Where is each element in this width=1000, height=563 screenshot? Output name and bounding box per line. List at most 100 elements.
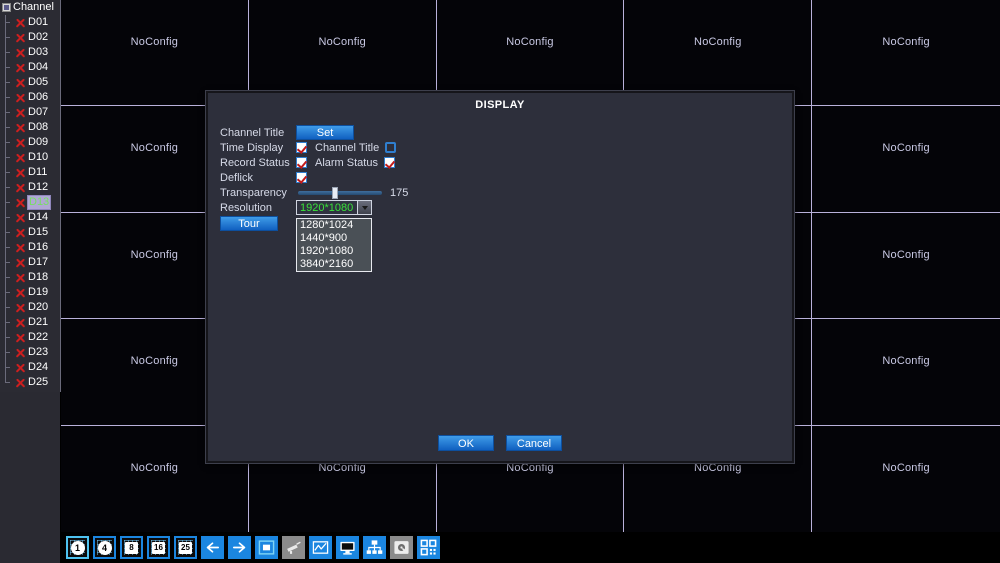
transparency-slider[interactable] [298,186,382,199]
video-cell[interactable]: NoConfig [812,319,1000,426]
layout-16-button[interactable]: 16 [147,536,170,559]
channel-tree-item-d03[interactable]: D03 [0,45,60,60]
red-x-icon [14,77,26,89]
channel-list: D01 D02 D03 D04 D05 D06 D07 D08 D09 D10 D11 D12 D13 D… [0,15,60,390]
channel-tree-item-d06[interactable]: D06 [0,90,60,105]
channel-tree-item-d17[interactable]: D17 [0,255,60,270]
video-cell-status-label: NoConfig [506,36,554,48]
chevron-down-icon[interactable] [357,201,371,214]
video-cell[interactable]: NoConfig [812,425,1000,532]
channel-tree-item-d07[interactable]: D07 [0,105,60,120]
resolution-combobox[interactable]: 1920*1080 [296,200,372,215]
cancel-button[interactable]: Cancel [506,435,562,451]
red-x-icon [14,302,26,314]
layout-25-icon: 25 [176,538,195,557]
time-display-checkbox[interactable] [296,142,307,153]
layout-count-label: 25 [179,541,192,554]
hard-disk-button[interactable] [390,536,413,559]
channel-tree-item-label: D08 [28,121,49,133]
channel-tree-item-label: D07 [28,106,49,118]
layout-8-button[interactable]: 8 [120,536,143,559]
layout-1-button[interactable]: 1 [66,536,89,559]
set-button[interactable]: Set [296,125,354,140]
channel-tree-item-d22[interactable]: D22 [0,330,60,345]
channel-title-label: Channel Title [220,126,285,139]
bottom-toolbar: 1 4 8 16 25 [61,532,1000,563]
red-x-icon [14,182,26,194]
resolution-option[interactable]: 1920*1080 [297,245,371,258]
channel-tree-item-d24[interactable]: D24 [0,360,60,375]
resolution-dropdown-list[interactable]: 1280*1024 1440*900 1920*1080 3840*2160 [296,218,372,272]
video-cell-status-label: NoConfig [130,36,179,48]
channel-tree-item-d14[interactable]: D14 [0,210,60,225]
transparency-value: 175 [390,186,409,199]
channel-tree-item-d25[interactable]: D25 [0,375,60,390]
layout-25-button[interactable]: 25 [174,536,197,559]
channel-tree-item-d09[interactable]: D09 [0,135,60,150]
channel-title-overlay-checkbox[interactable] [385,142,397,153]
tour-button[interactable]: Tour [220,216,278,231]
video-cell[interactable]: NoConfig [812,0,1000,107]
channel-tree-item-label: D19 [28,286,49,298]
red-x-icon [14,377,26,389]
transparency-slider-handle[interactable] [332,186,339,199]
channel-tree-item-d12[interactable]: D12 [0,180,60,195]
video-cell[interactable]: NoConfig [812,212,1000,320]
network-button[interactable] [363,536,386,559]
previous-button[interactable] [201,536,224,559]
channel-tree-item-d15[interactable]: D15 [0,225,60,240]
channel-tree-item-d02[interactable]: D02 [0,30,60,45]
tree-branch-icon [5,225,14,240]
channel-tree-item-d21[interactable]: D21 [0,315,60,330]
chart-button[interactable] [309,536,332,559]
layout-4-button[interactable]: 4 [93,536,116,559]
chart-icon [312,539,329,556]
picture-in-picture-icon [258,539,275,556]
video-cell[interactable]: NoConfig [812,106,1000,213]
channel-tree-item-d16[interactable]: D16 [0,240,60,255]
resolution-option[interactable]: 3840*2160 [297,258,371,271]
channel-tree-root[interactable]: Channel [0,0,60,15]
channel-tree-item-d01[interactable]: D01 [0,15,60,30]
red-x-icon [14,62,26,74]
alarm-status-checkbox[interactable] [383,157,395,168]
pip-button[interactable] [255,536,278,559]
ok-button[interactable]: OK [438,435,494,451]
channel-tree-item-d11[interactable]: D11 [0,165,60,180]
channel-tree-item-d20[interactable]: D20 [0,300,60,315]
tree-branch-icon [5,285,14,300]
tree-branch-icon [5,45,14,60]
resolution-label: Resolution [220,201,272,214]
monitor-button[interactable] [336,536,359,559]
resolution-option[interactable]: 1440*900 [297,232,371,245]
channel-tree-item-d13[interactable]: D13 [0,195,60,210]
channel-tree-item-label: D04 [28,61,49,73]
channel-tree-item-d08[interactable]: D08 [0,120,60,135]
channel-tree-item-d10[interactable]: D10 [0,150,60,165]
deflick-checkbox[interactable] [296,172,307,183]
tree-branch-icon [5,195,14,210]
resolution-option[interactable]: 1280*1024 [297,219,371,232]
channel-tree-item-d18[interactable]: D18 [0,270,60,285]
channel-tree-item-d04[interactable]: D04 [0,60,60,75]
camera-button[interactable] [282,536,305,559]
channel-tree-item-d05[interactable]: D05 [0,75,60,90]
channel-tree-item-label: D06 [28,91,49,103]
next-button[interactable] [228,536,251,559]
record-status-checkbox[interactable] [296,157,307,168]
tree-branch-icon [5,345,14,360]
channel-tree-item-d23[interactable]: D23 [0,345,60,360]
red-x-icon [14,227,26,239]
channel-tree-item-d19[interactable]: D19 [0,285,60,300]
record-status-row: Record Status Alarm Status [220,155,780,170]
layout-4-icon: 4 [95,538,114,557]
red-x-icon [14,92,26,104]
red-x-icon [14,362,26,374]
qr-code-button[interactable] [417,536,440,559]
red-x-icon [14,257,26,269]
channel-tree-item-label: D14 [28,211,49,223]
layout-16-icon: 16 [149,538,168,557]
red-x-icon [14,347,26,359]
channel-tree-item-label: D24 [28,361,49,373]
tree-branch-icon [5,180,14,195]
